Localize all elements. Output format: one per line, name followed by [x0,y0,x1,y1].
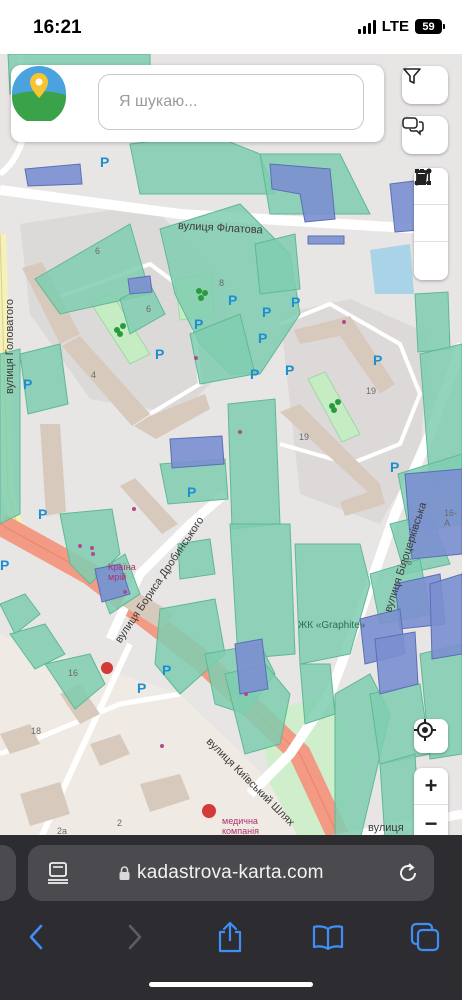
house-number: 16-А [444,508,458,528]
reload-icon[interactable] [396,861,420,885]
app-logo-icon [12,66,66,121]
house-number: 19 [299,432,310,442]
battery-icon: 59 [415,19,445,34]
signal-icon [357,19,376,34]
status-indicators: LTE 59 [357,18,445,35]
network-type: LTE [381,18,409,35]
zoom-controls: + − [414,768,448,840]
status-time: 16:21 [33,17,82,38]
map-canvas [0,54,462,840]
house-number: 6 [146,304,152,314]
chat-icon [402,117,424,136]
parking-icon: P [155,346,165,362]
previous-tab-peek[interactable] [0,845,16,901]
parking-icon: P [262,304,272,320]
locate-button[interactable] [414,719,448,753]
house-number: 6 [95,246,101,256]
share-icon [218,921,242,953]
draw-tools [414,168,448,280]
home-indicator [149,982,313,987]
house-number: 8 [219,278,225,288]
search-card [11,65,384,142]
browser-toolbar: kadastrova-karta.com [0,835,462,1000]
chat-button[interactable] [402,116,448,154]
parking-icon: P [390,459,400,475]
address-bar[interactable]: kadastrova-karta.com [28,845,434,901]
parking-icon: P [373,352,383,368]
lock-icon [119,866,130,880]
parking-icon: P [100,154,110,170]
battery-level: 59 [422,20,435,33]
parking-icon: P [258,330,268,346]
bookmarks-button[interactable] [308,917,348,957]
chevron-left-icon [29,924,43,950]
house-number: 18 [31,726,42,736]
place-label-shop: Країна мрій [108,562,136,582]
parking-icon: P [0,557,10,573]
parking-icon: P [228,292,238,308]
trash-icon [415,169,429,185]
search-input[interactable] [98,74,364,130]
house-number: 2 [117,818,123,828]
url-text: kadastrova-karta.com [137,862,324,883]
polygon-tool-button[interactable] [414,169,448,242]
status-bar: 16:21 LTE 59 [0,0,462,54]
tabs-icon [410,922,440,952]
parking-icon: P [250,366,260,382]
book-icon [312,925,344,950]
browser-nav [0,917,462,957]
chevron-right-icon [128,924,142,950]
parking-icon: P [291,294,301,310]
parking-icon: P [137,680,147,696]
parking-icon: P [187,484,197,500]
street-label-holovatoho: вулиця Головатого [4,298,16,394]
reader-mode-icon[interactable] [48,862,68,884]
back-button[interactable] [16,917,56,957]
delete-tool-button[interactable] [414,169,448,279]
parking-icon: P [162,662,172,678]
forward-button[interactable] [115,917,155,957]
map-view[interactable]: вулиця Філатова вулиця Головатого вулиця… [0,54,462,840]
street-label-bottom: вулиця [368,822,404,834]
parking-icon: P [23,376,33,392]
filter-icon [403,68,421,84]
house-number: 4 [91,370,97,380]
locate-icon [414,719,436,741]
place-label-graphite: ЖК «Graphite» [298,620,366,631]
filter-button[interactable] [402,66,448,104]
house-number: 19 [366,386,377,396]
parking-icon: P [38,506,48,522]
house-number: 16 [68,668,79,678]
parking-icon: P [194,316,204,332]
house-number: 16 [402,557,413,567]
place-label-pharmacy: медична компанія [222,816,259,836]
parking-icon: P [285,362,295,378]
tabs-button[interactable] [405,917,445,957]
zoom-in-button[interactable]: + [414,768,448,805]
share-button[interactable] [210,917,250,957]
